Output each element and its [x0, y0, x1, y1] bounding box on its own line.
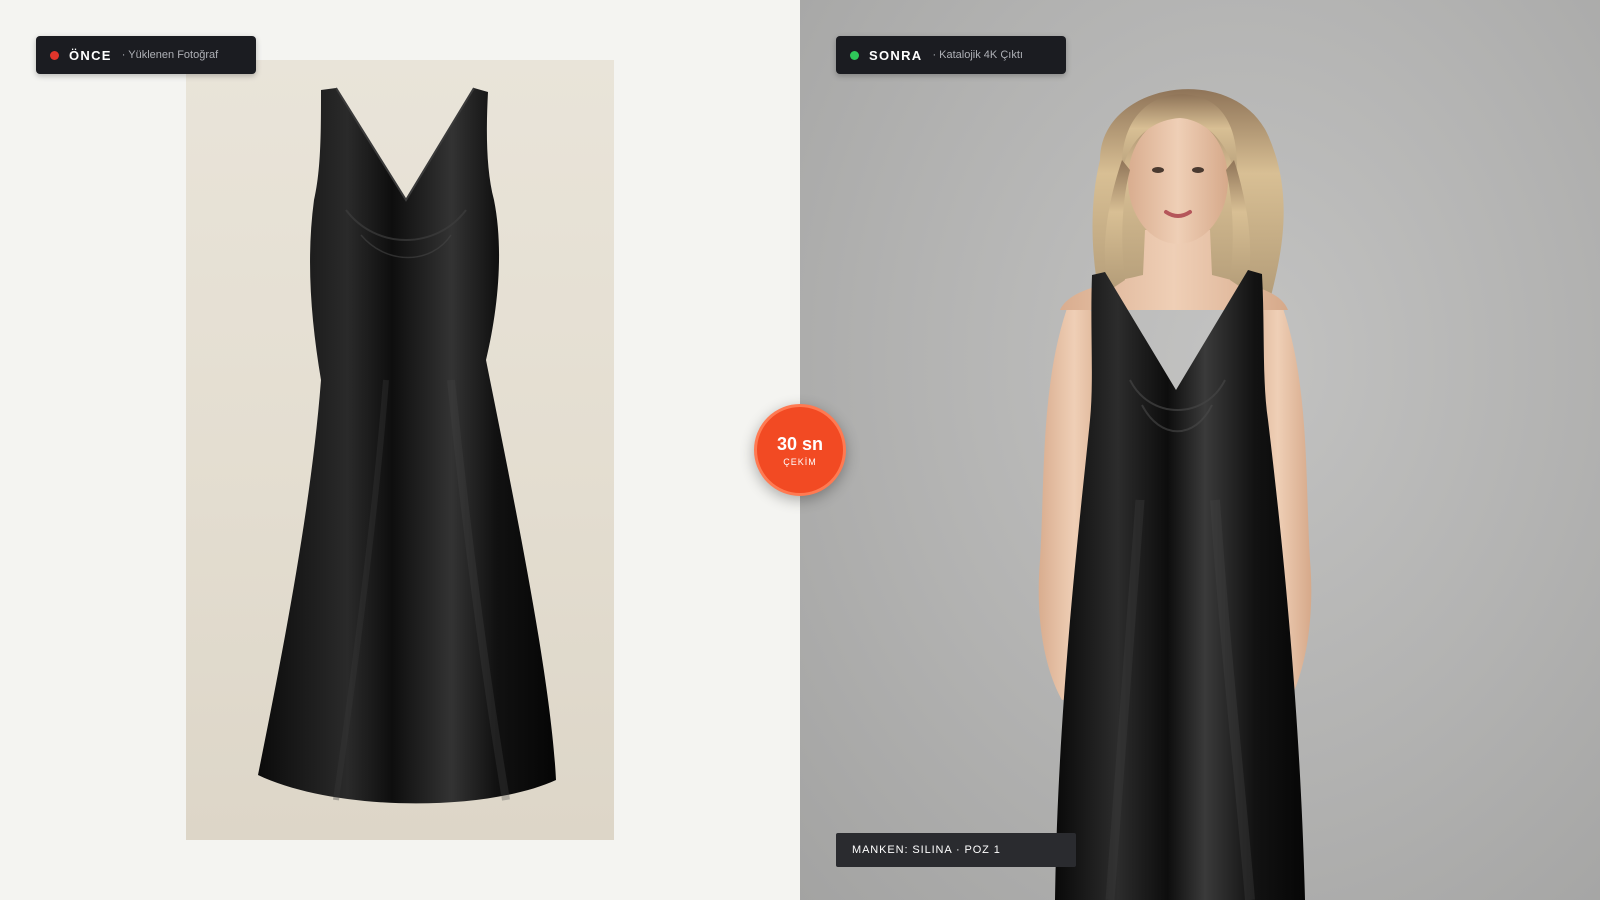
before-badge: ÖNCE · Yüklenen Fotoğraf: [36, 36, 256, 74]
flatlay-dress-image: [258, 87, 556, 804]
status-dot-green: [850, 50, 859, 60]
status-dot-red: [50, 50, 59, 60]
model-caption: MANKEN: SILINA · POZ 1: [836, 833, 1076, 867]
after-photo: [800, 0, 1600, 900]
shoot-time-badge: 30 sn ÇEKİM: [754, 404, 846, 496]
after-badge-subtitle: · Katalojik 4K Çıktı: [932, 49, 1023, 61]
shoot-time-value: 30 sn: [776, 433, 824, 454]
after-badge-title: SONRA: [869, 47, 923, 63]
before-badge-title: ÖNCE: [69, 47, 112, 63]
model-photo-image: [1038, 89, 1312, 900]
before-badge-subtitle: · Yüklenen Fotoğraf: [121, 49, 219, 61]
shoot-time-label: ÇEKİM: [783, 456, 817, 467]
after-badge: SONRA · Katalojik 4K Çıktı: [836, 36, 1066, 74]
before-photo: [186, 60, 614, 840]
